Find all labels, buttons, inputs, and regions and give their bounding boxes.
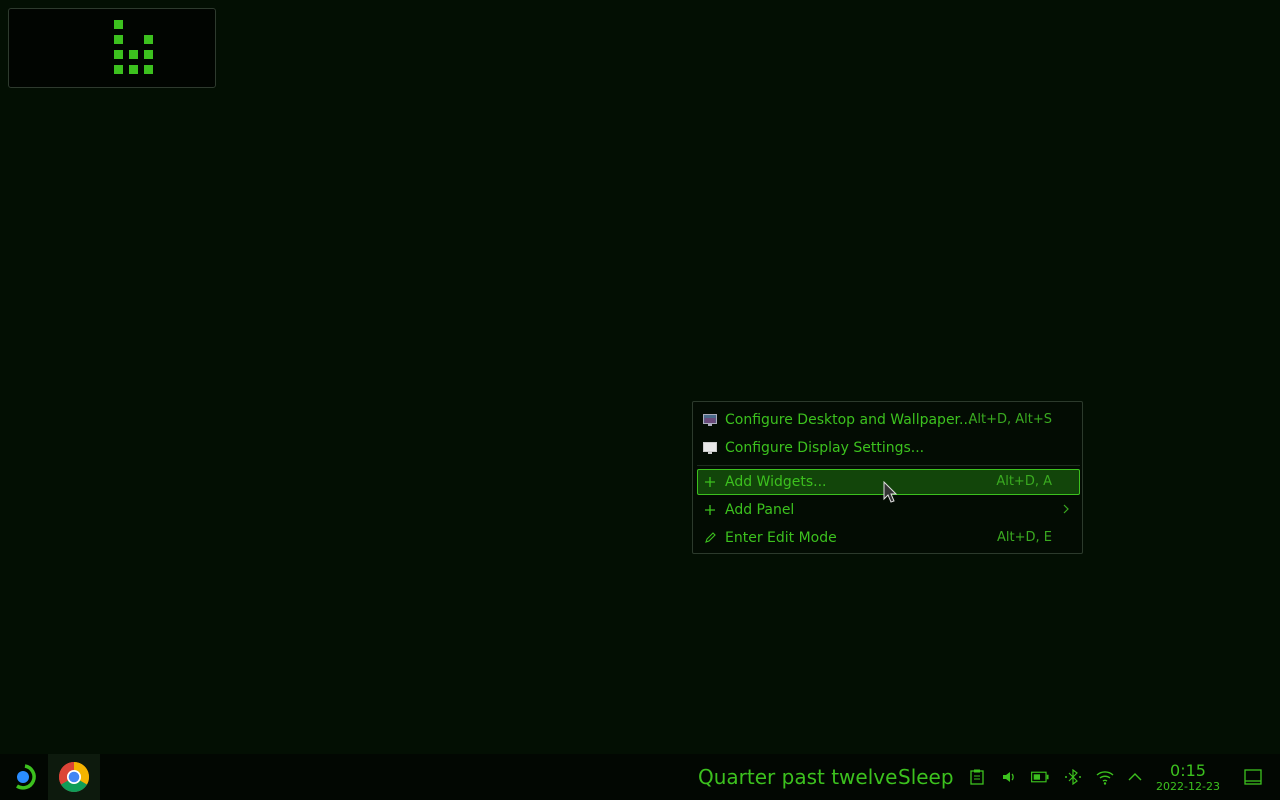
menu-item-label: Configure Desktop and Wallpaper... — [725, 412, 973, 428]
clock-date[interactable]: 2022-12-23 — [1150, 780, 1226, 794]
menu-item-label: Configure Display Settings... — [725, 440, 925, 456]
task-chrome[interactable] — [48, 754, 100, 800]
clock-time[interactable]: 0:15 — [1156, 762, 1220, 780]
battery-icon[interactable] — [1031, 768, 1049, 786]
menu-item-shortcut: Alt+D, Alt+S — [968, 412, 1052, 427]
widget-bar-square — [114, 35, 123, 44]
menu-item-enter-edit-mode[interactable]: Enter Edit Mode Alt+D, E — [697, 525, 1080, 551]
mouse-cursor-icon — [883, 480, 898, 507]
chevron-right-icon — [1062, 497, 1070, 523]
menu-item-configure-desktop[interactable]: Configure Desktop and Wallpaper... Alt+D… — [697, 407, 1080, 433]
desktop[interactable]: Configure Desktop and Wallpaper... Alt+D… — [0, 0, 1280, 754]
plus-icon — [703, 503, 717, 517]
widget-bar-square — [114, 65, 123, 74]
widget-bar-square — [129, 65, 138, 74]
widget-bar-square — [144, 35, 153, 44]
application-launcher-icon[interactable] — [8, 762, 38, 792]
menu-item-shortcut: Alt+D, E — [997, 530, 1052, 545]
desktop-context-menu: Configure Desktop and Wallpaper... Alt+D… — [692, 401, 1083, 554]
widget-bar-square — [129, 50, 138, 59]
menu-item-label: Add Widgets... — [725, 474, 827, 490]
taskbar: Quarter past twelve Sleep — [0, 754, 1280, 800]
menu-item-label: Add Panel — [725, 502, 795, 518]
wifi-icon[interactable] — [1096, 768, 1114, 786]
bluetooth-icon[interactable] — [1064, 768, 1082, 786]
widget-bar-square — [144, 65, 153, 74]
chevron-up-icon[interactable] — [1126, 768, 1144, 786]
audio-visualizer-widget[interactable] — [8, 8, 216, 88]
plus-icon — [703, 475, 717, 489]
menu-item-label: Enter Edit Mode — [725, 530, 837, 546]
menu-item-shortcut: Alt+D, A — [996, 474, 1052, 489]
show-desktop-icon[interactable] — [1244, 768, 1262, 786]
menu-item-configure-display[interactable]: Configure Display Settings... — [697, 435, 1080, 461]
sleep-button[interactable]: Sleep — [898, 765, 954, 789]
display-icon — [703, 441, 717, 455]
clipboard-icon[interactable] — [968, 768, 986, 786]
widget-bar-square — [114, 20, 123, 29]
pencil-icon — [703, 531, 717, 545]
volume-icon[interactable] — [1000, 768, 1018, 786]
desktop-wallpaper-icon — [703, 413, 717, 427]
widget-bar-square — [144, 50, 153, 59]
fuzzy-clock[interactable]: Quarter past twelve — [698, 765, 897, 789]
menu-separator — [697, 465, 1080, 466]
widget-bar-square — [114, 50, 123, 59]
